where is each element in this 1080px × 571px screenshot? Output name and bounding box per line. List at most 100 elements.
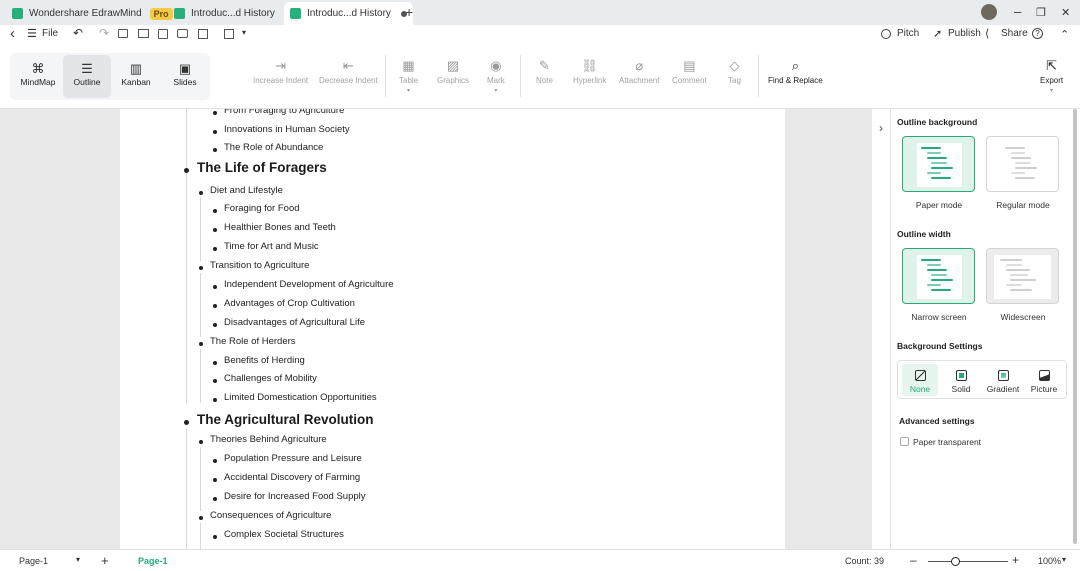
outline-subtopic[interactable]: Consequences of Agriculture — [210, 510, 331, 521]
bullet-icon[interactable] — [213, 148, 217, 152]
graphics-button[interactable]: ▨ Graphics — [437, 58, 469, 85]
panel-collapse-button[interactable]: › — [872, 111, 890, 145]
zoom-out-button[interactable]: – — [910, 553, 917, 567]
increase-indent-button[interactable]: ⇥ Increase Indent — [253, 58, 308, 85]
pitch-button[interactable]: Pitch — [897, 28, 919, 39]
table-button[interactable]: ▦ Table ▾ — [399, 58, 418, 94]
outline-subtopic[interactable]: Transition to Agriculture — [210, 260, 309, 271]
outline-item[interactable]: Desire for Increased Food Supply — [224, 491, 366, 502]
bullet-icon[interactable] — [213, 304, 217, 308]
file-menu[interactable]: File — [42, 28, 58, 39]
bullet-icon[interactable] — [213, 459, 217, 463]
bg-picture-option[interactable]: Picture — [1026, 364, 1062, 396]
outline-item[interactable]: Foraging for Food — [224, 203, 300, 214]
zoom-slider-track[interactable] — [928, 561, 1008, 562]
document-tab-2[interactable]: Introduc...d History — [284, 2, 413, 25]
outline-item[interactable]: From Foraging to Agriculture — [224, 109, 344, 116]
new-tab-button[interactable]: + — [405, 4, 413, 20]
view-slides-button[interactable]: ▣ Slides — [161, 55, 209, 98]
bullet-icon[interactable] — [213, 323, 217, 327]
menu-icon[interactable]: ☰ — [27, 27, 37, 40]
outline-item[interactable]: Accidental Discovery of Farming — [224, 472, 360, 483]
print-icon[interactable] — [177, 29, 188, 38]
add-page-button[interactable]: + — [101, 553, 109, 568]
outline-item[interactable]: Healthier Bones and Teeth — [224, 222, 336, 233]
zoom-dropdown-icon[interactable]: ▾ — [1062, 555, 1066, 564]
back-icon[interactable]: ‹ — [10, 25, 15, 42]
page-select[interactable]: Page-1 — [19, 556, 48, 566]
zoom-slider-thumb[interactable] — [951, 557, 960, 566]
undo-icon[interactable]: ↶ — [73, 26, 83, 40]
view-kanban-button[interactable]: ▥ Kanban — [112, 55, 160, 98]
paper-transparent-checkbox[interactable] — [900, 437, 909, 446]
bg-none-option[interactable]: None — [902, 364, 938, 396]
outline-topic[interactable]: The Agricultural Revolution — [197, 412, 374, 427]
bullet-icon[interactable] — [213, 398, 217, 402]
outline-item[interactable]: Population Pressure and Leisure — [224, 453, 362, 464]
bullet-icon[interactable] — [213, 130, 217, 134]
view-mindmap-button[interactable]: ⌘ MindMap — [14, 55, 62, 98]
comment-button[interactable]: ▤ Comment — [672, 58, 707, 85]
bullet-icon[interactable] — [184, 168, 189, 173]
zoom-level[interactable]: 100% — [1038, 556, 1061, 566]
close-button[interactable]: ✕ — [1061, 6, 1070, 19]
export-quick-icon[interactable] — [198, 29, 208, 39]
hyperlink-button[interactable]: ⛓ Hyperlink — [573, 58, 606, 85]
tag-button[interactable]: ◇ Tag — [728, 58, 741, 85]
outline-item[interactable]: Advantages of Crop Cultivation — [224, 298, 355, 309]
bullet-icon[interactable] — [213, 111, 217, 115]
panel-scrollbar[interactable] — [1073, 109, 1077, 544]
open-folder-icon[interactable] — [138, 29, 149, 38]
outline-item[interactable]: Independent Development of Agriculture — [224, 279, 394, 290]
bullet-icon[interactable] — [213, 228, 217, 232]
bullet-icon[interactable] — [213, 247, 217, 251]
narrow-screen-option[interactable] — [902, 248, 975, 304]
bullet-icon[interactable] — [213, 478, 217, 482]
minimize-button[interactable]: – — [1014, 4, 1021, 19]
bullet-icon[interactable] — [184, 420, 189, 425]
redo-icon[interactable]: ↷ — [99, 26, 109, 40]
outline-subtopic[interactable]: Theories Behind Agriculture — [210, 434, 327, 445]
outline-item[interactable]: Challenges of Mobility — [224, 373, 317, 384]
bullet-icon[interactable] — [199, 440, 203, 444]
page-tab-active[interactable]: Page-1 — [138, 556, 168, 566]
outline-item[interactable]: Limited Domestication Opportunities — [224, 392, 377, 403]
bullet-icon[interactable] — [199, 266, 203, 270]
find-replace-button[interactable]: ⌕ Find & Replace — [768, 58, 823, 85]
outline-item[interactable]: Benefits of Herding — [224, 355, 305, 366]
app-home-tab[interactable]: Wondershare EdrawMind Pro — [6, 2, 179, 25]
outline-item[interactable]: Complex Societal Structures — [224, 529, 344, 540]
decrease-indent-button[interactable]: ⇤ Decrease Indent — [319, 58, 378, 85]
outline-item[interactable]: The Role of Abundance — [224, 142, 323, 153]
bullet-icon[interactable] — [199, 516, 203, 520]
more-dropdown-icon[interactable]: ▾ — [242, 28, 246, 37]
bullet-icon[interactable] — [213, 285, 217, 289]
page-select-dropdown-icon[interactable]: ▾ — [76, 555, 80, 564]
share-button[interactable]: Share — [1001, 28, 1028, 39]
bullet-icon[interactable] — [213, 209, 217, 213]
paper-mode-option[interactable] — [902, 136, 975, 192]
publish-button[interactable]: Publish — [948, 28, 981, 39]
attachment-button[interactable]: ⌀ Attachment — [619, 58, 659, 85]
help-icon[interactable]: ? — [1032, 28, 1043, 39]
outline-item[interactable]: Time for Art and Music — [224, 241, 319, 252]
task-icon[interactable] — [224, 29, 234, 39]
widescreen-option[interactable] — [986, 248, 1059, 304]
export-button[interactable]: ⇱ Export ▾ — [1040, 58, 1063, 94]
bullet-icon[interactable] — [213, 361, 217, 365]
save-icon[interactable] — [158, 29, 168, 39]
document-tab-1[interactable]: Introduc...d History — [168, 2, 297, 25]
zoom-in-button[interactable]: + — [1012, 553, 1019, 567]
outline-item[interactable]: Disadvantages of Agricultural Life — [224, 317, 365, 328]
bullet-icon[interactable] — [199, 191, 203, 195]
regular-mode-option[interactable] — [986, 136, 1059, 192]
note-button[interactable]: ✎ Note — [536, 58, 553, 85]
new-file-icon[interactable] — [118, 29, 128, 38]
outline-item[interactable]: Innovations in Human Society — [224, 124, 350, 135]
bg-solid-option[interactable]: Solid — [943, 364, 979, 396]
bullet-icon[interactable] — [213, 535, 217, 539]
outline-subtopic[interactable]: Diet and Lifestyle — [210, 185, 283, 196]
view-outline-button[interactable]: ☰ Outline — [63, 55, 111, 98]
outline-subtopic[interactable]: The Role of Herders — [210, 336, 296, 347]
bullet-icon[interactable] — [213, 497, 217, 501]
